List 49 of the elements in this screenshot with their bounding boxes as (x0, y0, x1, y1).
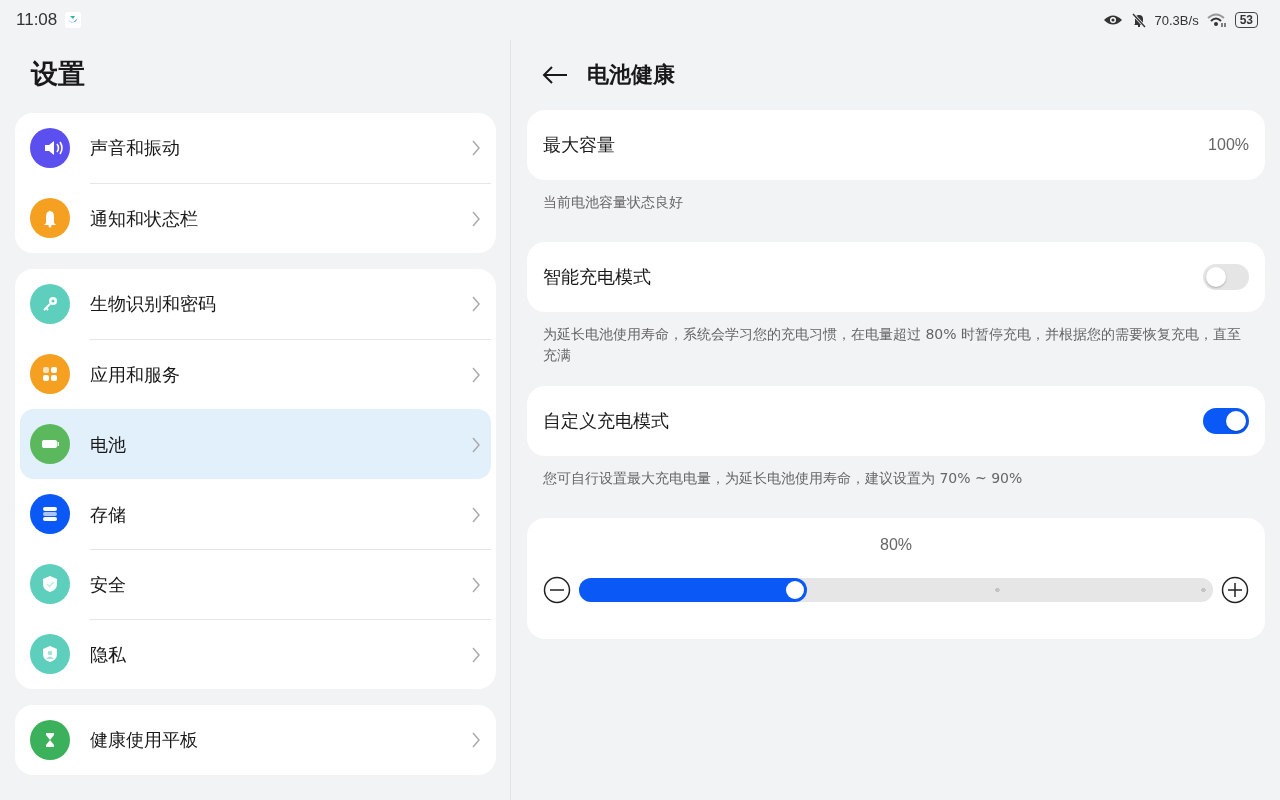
settings-item[interactable]: 生物识别和密码 (20, 269, 491, 339)
setting-label: 自定义充电模式 (543, 409, 669, 433)
chevron-icon (471, 365, 481, 384)
setting-label: 智能充电模式 (543, 265, 651, 289)
item-label: 健康使用平板 (90, 728, 198, 752)
settings-item[interactable]: 隐私 (20, 619, 491, 689)
item-label: 电池 (90, 432, 126, 457)
toggle-switch[interactable] (1203, 408, 1249, 434)
settings-item[interactable]: 声音和振动 (20, 113, 491, 183)
item-label: 安全 (90, 572, 126, 597)
network-speed: 70.3B/s (1154, 12, 1199, 28)
chevron-icon (471, 435, 481, 454)
toggle-switch[interactable] (1203, 264, 1249, 290)
chevron-icon (471, 209, 481, 228)
plus-button[interactable] (1221, 576, 1249, 604)
chevron-icon (471, 295, 481, 313)
minus-button[interactable] (543, 576, 571, 604)
chevron-icon (471, 575, 481, 594)
setting-value: 100% (1208, 136, 1249, 154)
item-label: 应用和服务 (90, 362, 180, 387)
item-label: 隐私 (90, 642, 126, 667)
settings-item[interactable]: 存储 (20, 479, 491, 549)
page-title: 设置 (31, 57, 86, 91)
back-button[interactable] (541, 65, 569, 85)
setting-description: 当前电池容量状态良好 (542, 193, 684, 212)
slider-track[interactable] (579, 578, 1213, 602)
status-time: 11:08 (16, 10, 58, 30)
app-notification-icon (65, 12, 82, 28)
wifi-icon (1206, 12, 1227, 28)
settings-item[interactable]: 电池 (20, 409, 491, 479)
setting-description: 您可自行设置最大充电电量，为延长电池使用寿命，建议设置为 70% ~ 90% (542, 469, 1024, 488)
settings-item[interactable]: 健康使用平板 (20, 705, 491, 775)
page-title: 电池健康 (587, 61, 675, 89)
chevron-icon (471, 645, 481, 664)
item-label: 通知和状态栏 (90, 206, 198, 231)
chevron-icon (471, 139, 481, 157)
chevron-icon (471, 505, 481, 524)
battery-level: 53 (1234, 12, 1258, 28)
chevron-icon (471, 731, 481, 749)
slider-reading: 80% (879, 536, 913, 554)
setting-label: 最大容量 (543, 133, 615, 157)
item-label: 存储 (90, 502, 126, 527)
eye-icon (1102, 13, 1123, 27)
setting-description: 为延长电池使用寿命，系统会学习您的充电习惯，在电量超过 80% 时暂停充电，并根据您的需要恢复充电，直至充满 (542, 325, 1243, 365)
item-label: 声音和振动 (90, 136, 180, 160)
settings-item[interactable]: 通知和状态栏 (20, 183, 491, 253)
settings-item[interactable]: 安全 (20, 549, 491, 619)
item-label: 生物识别和密码 (90, 292, 216, 316)
muted-bell-icon (1130, 12, 1147, 28)
